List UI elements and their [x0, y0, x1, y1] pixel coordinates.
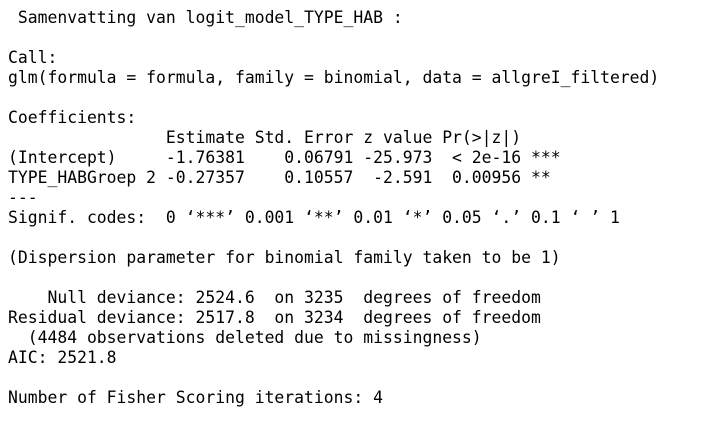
- residual-deviance: Residual deviance: 2517.8 on 3234 degree…: [8, 308, 541, 327]
- call-formula: glm(formula = formula, family = binomial…: [8, 68, 660, 87]
- dispersion-note: (Dispersion parameter for binomial famil…: [8, 248, 561, 267]
- null-deviance: Null deviance: 2524.6 on 3235 degrees of…: [8, 288, 541, 307]
- call-label: Call:: [8, 48, 58, 67]
- missingness-note: (4484 observations deleted due to missin…: [8, 328, 482, 347]
- coefficient-row-type-hab: TYPE_HABGroep 2 -0.27357 0.10557 -2.591 …: [8, 168, 561, 187]
- console-output: Samenvatting van logit_model_TYPE_HAB : …: [8, 8, 708, 408]
- fisher-iterations: Number of Fisher Scoring iterations: 4: [8, 388, 383, 407]
- coefficient-row-intercept: (Intercept) -1.76381 0.06791 -25.973 < 2…: [8, 148, 561, 167]
- signif-codes: Signif. codes: 0 ‘***’ 0.001 ‘**’ 0.01 ‘…: [8, 208, 620, 227]
- separator-line: ---: [8, 188, 38, 207]
- coefficients-header: Estimate Std. Error z value Pr(>|z|): [8, 128, 561, 147]
- summary-title: Samenvatting van logit_model_TYPE_HAB :: [8, 8, 403, 27]
- coefficients-label: Coefficients:: [8, 108, 137, 127]
- aic-value: AIC: 2521.8: [8, 348, 117, 367]
